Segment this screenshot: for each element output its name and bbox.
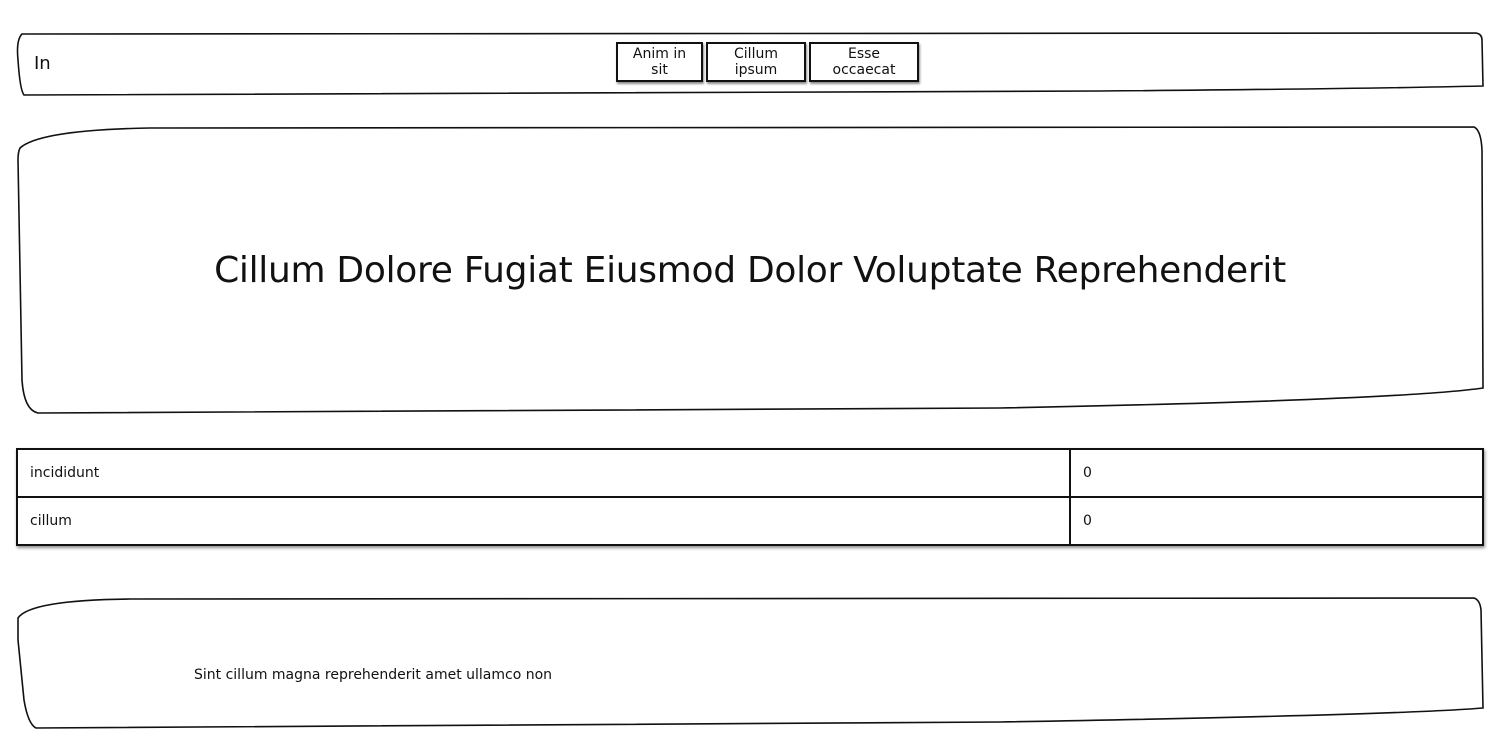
table-row: incididunt 0 bbox=[16, 448, 1484, 498]
table-cell-value: 0 bbox=[1069, 496, 1484, 546]
table-row: cillum 0 bbox=[16, 496, 1484, 546]
hero-title: Cillum Dolore Fugiat Eiusmod Dolor Volup… bbox=[18, 128, 1482, 412]
table-cell-label: incididunt bbox=[16, 448, 1071, 498]
page-canvas: In Anim in sit Cillum ipsum Esse occaeca… bbox=[0, 0, 1500, 752]
nav-button-anim-in-sit[interactable]: Anim in sit bbox=[616, 42, 703, 82]
table-cell-value: 0 bbox=[1069, 448, 1484, 498]
footer-text: Sint cillum magna reprehenderit amet ull… bbox=[194, 667, 553, 683]
hero-title-text: Cillum Dolore Fugiat Eiusmod Dolor Volup… bbox=[214, 249, 1286, 291]
brand-logo-text[interactable]: In bbox=[34, 52, 51, 76]
data-table: incididunt 0 cillum 0 bbox=[16, 448, 1484, 546]
footer-panel-outline bbox=[17, 597, 1484, 729]
nav-button-esse-occaecat[interactable]: Esse occaecat bbox=[809, 42, 919, 82]
nav-button-cillum-ipsum[interactable]: Cillum ipsum bbox=[706, 42, 806, 82]
top-nav: Anim in sit Cillum ipsum Esse occaecat bbox=[616, 42, 919, 82]
table-cell-label: cillum bbox=[16, 496, 1071, 546]
